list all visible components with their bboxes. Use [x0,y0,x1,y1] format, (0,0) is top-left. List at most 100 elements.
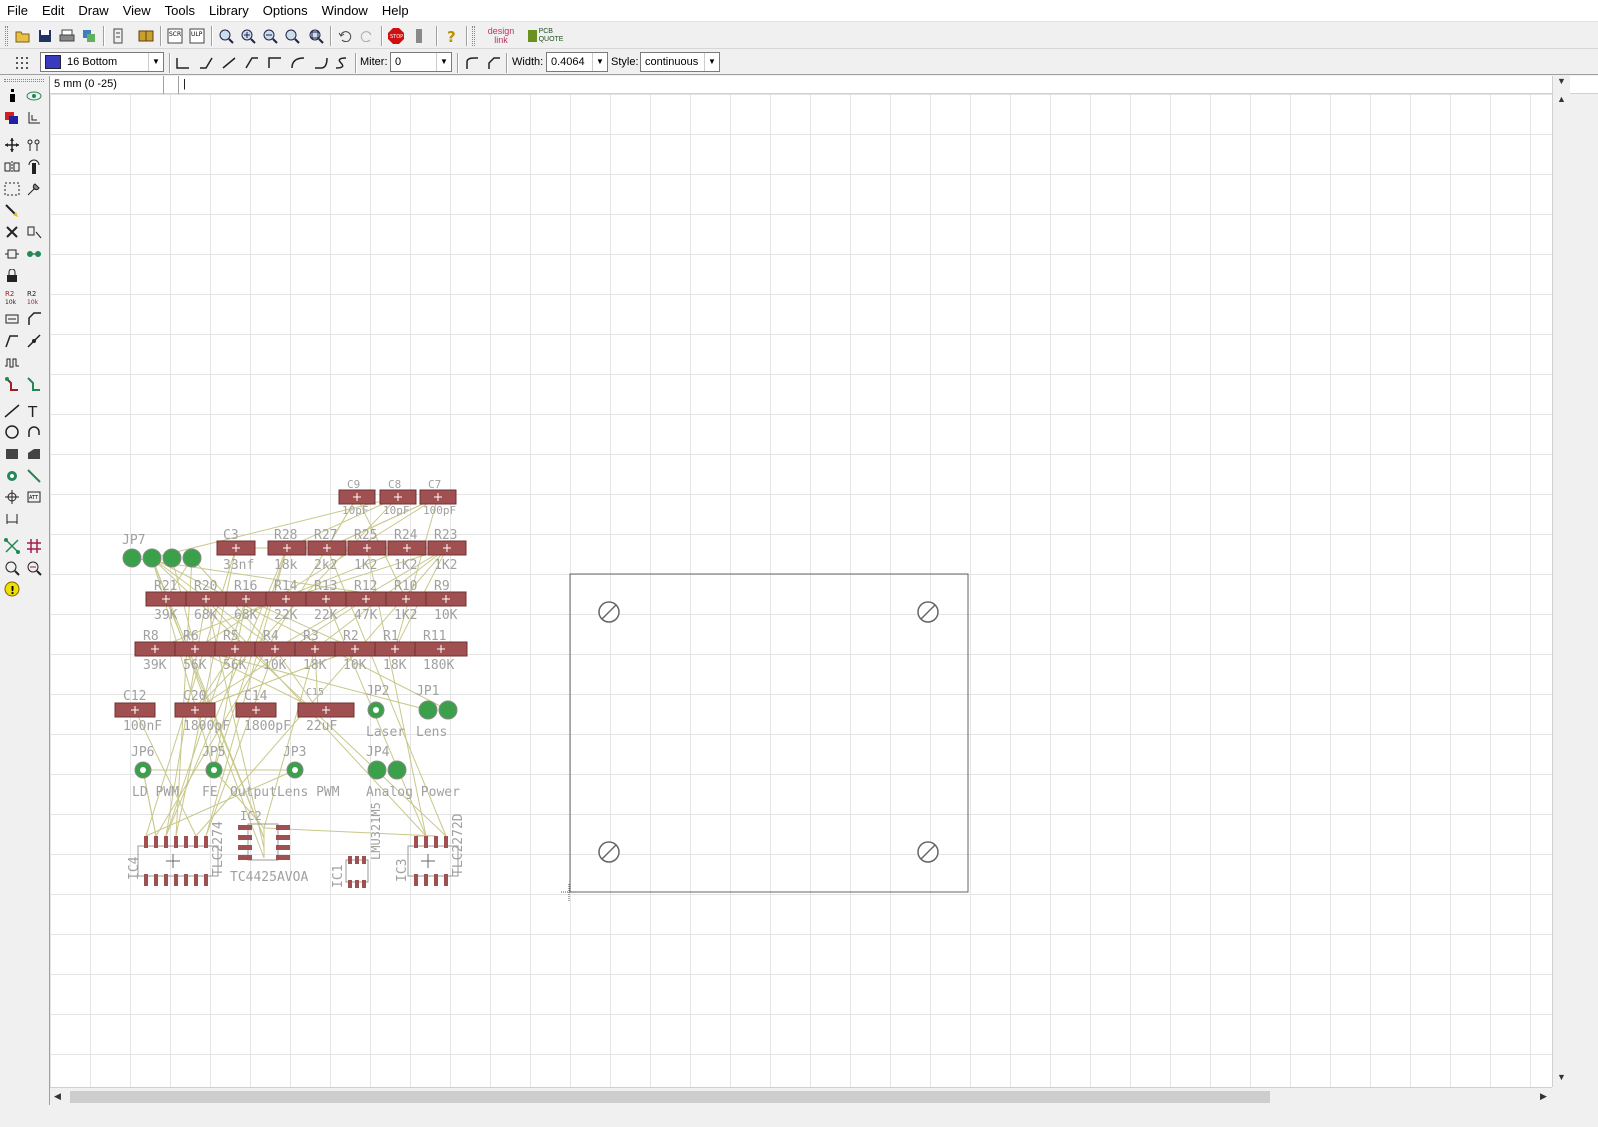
component-C12[interactable] [114,702,156,718]
component-JP6[interactable] [134,761,152,779]
value-icon[interactable]: R2 10k [24,287,44,307]
menu-window[interactable]: Window [315,0,375,22]
menu-draw[interactable]: Draw [71,0,115,22]
add-icon[interactable] [24,222,44,242]
component-JP2[interactable] [367,701,385,719]
copy-icon[interactable] [24,135,44,155]
name-icon[interactable]: R2 10k [2,287,22,307]
component-R13[interactable] [305,591,347,607]
component-C7[interactable] [419,489,457,505]
component-IC1[interactable] [345,856,369,888]
designlink-icon[interactable]: design link [480,26,522,46]
polygon-icon[interactable] [24,444,44,464]
arc-icon[interactable] [24,422,44,442]
toolbar-grip[interactable] [5,26,8,46]
smash-icon[interactable] [2,309,22,329]
lock-icon[interactable] [2,266,22,286]
zoom-in-icon[interactable] [238,26,258,46]
mark-icon[interactable] [24,108,44,128]
change-icon[interactable] [24,179,44,199]
pcbquote-icon[interactable]: PCB QUOTE [528,26,568,46]
component-R25[interactable] [347,540,387,556]
component-IC4[interactable] [137,836,219,886]
scroll-up-icon[interactable]: ▲ [1557,94,1566,104]
bend-style-3-icon[interactable] [242,53,262,73]
component-JP4[interactable] [367,760,407,780]
menu-library[interactable]: Library [202,0,256,22]
component-JP1[interactable] [418,700,458,720]
rotate-icon[interactable] [24,157,44,177]
delete-icon[interactable] [2,222,22,242]
toolbar-grip[interactable] [472,26,475,46]
component-JP5[interactable] [205,761,223,779]
component-C15[interactable] [297,702,355,718]
auto-route-icon[interactable] [24,536,44,556]
meander-icon[interactable] [2,353,22,373]
horizontal-scrollbar[interactable]: ◀ ▶ [50,1087,1552,1105]
component-R12[interactable] [345,591,387,607]
bend-style-5-icon[interactable] [288,53,308,73]
component-JP3[interactable] [286,761,304,779]
attribute-icon[interactable]: ATT [24,487,44,507]
swap-icon[interactable] [24,244,44,264]
vertical-scrollbar[interactable]: ▼ ▲ ▼ [1552,76,1570,1087]
component-R23[interactable] [427,540,467,556]
ripup-icon[interactable] [24,374,44,394]
menu-file[interactable]: File [0,0,35,22]
grid-icon[interactable] [12,53,32,73]
miter-round-icon[interactable] [462,53,482,73]
component-R4[interactable] [254,641,296,657]
component-C8[interactable] [379,489,417,505]
zoom-out-icon[interactable] [260,26,280,46]
bend-style-6-icon[interactable] [311,53,331,73]
menu-edit[interactable]: Edit [35,0,71,22]
menu-help[interactable]: Help [375,0,416,22]
component-R21[interactable] [145,591,187,607]
optimize-icon[interactable] [24,331,44,351]
signal-icon[interactable] [24,466,44,486]
ulp-icon[interactable]: ULP [187,26,207,46]
miter-select[interactable]: 0 ▼ [390,52,452,72]
component-R9[interactable] [425,591,467,607]
component-C9[interactable] [338,489,376,505]
zoom-select-icon[interactable] [306,26,326,46]
board-canvas[interactable]: C9 10pF C8 10pF C7 100pF JP7 C3 33nf R28 18k R27 2k2… [50,94,1552,1087]
show-eye-icon[interactable] [24,86,44,106]
move-icon[interactable] [2,135,22,155]
book-icon[interactable] [136,26,156,46]
scroll-dropdown-icon[interactable]: ▼ [1557,76,1566,86]
paste-icon[interactable] [2,200,22,220]
switch-sch-icon[interactable] [108,26,128,46]
command-input[interactable]: | [178,76,1552,94]
width-select[interactable]: 0.4064 ▼ [546,52,608,72]
zoom-fit-icon[interactable] [216,26,236,46]
scroll-right-icon[interactable]: ▶ [1540,1091,1547,1102]
scroll-left-icon[interactable]: ◀ [54,1091,61,1102]
menu-options[interactable]: Options [256,0,315,22]
layer-select[interactable]: 16 Bottom ▼ [40,52,164,72]
component-C14[interactable] [235,702,277,718]
bend-style-0-icon[interactable] [173,53,193,73]
bend-style-2-icon[interactable] [219,53,239,73]
component-R20[interactable] [185,591,227,607]
circle-icon[interactable] [2,422,22,442]
component-C3[interactable] [216,540,256,556]
undo-icon[interactable] [335,26,355,46]
erc-icon[interactable] [2,558,22,578]
menu-tools[interactable]: Tools [158,0,202,22]
component-R24[interactable] [387,540,427,556]
redo-icon[interactable] [357,26,377,46]
rect-icon[interactable] [2,444,22,464]
component-R11[interactable] [414,641,468,657]
route-icon[interactable] [2,374,22,394]
component-R3[interactable] [294,641,336,657]
group-icon[interactable] [2,179,22,199]
bend-style-7-icon[interactable] [332,53,352,73]
component-R28[interactable] [267,540,307,556]
component-R2[interactable] [334,641,376,657]
cam-icon[interactable] [79,26,99,46]
go-icon[interactable] [409,26,429,46]
mirror-icon[interactable] [2,157,22,177]
text-icon[interactable]: T [24,401,44,421]
miter-icon[interactable] [24,309,44,329]
